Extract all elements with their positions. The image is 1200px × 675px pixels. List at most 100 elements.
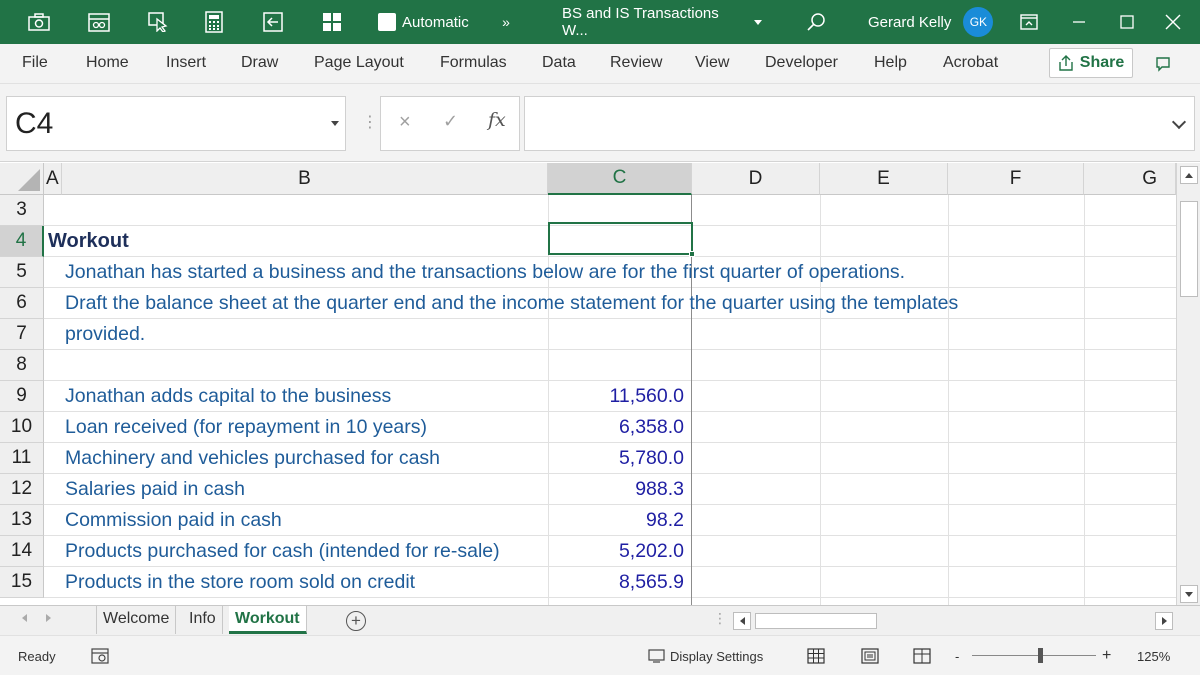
- cell-intro-line[interactable]: provided.: [65, 319, 145, 350]
- zoom-slider-thumb[interactable]: [1037, 648, 1043, 663]
- row-header-9[interactable]: 9: [0, 381, 44, 412]
- cell-transaction-label[interactable]: Commission paid in cash: [65, 505, 282, 536]
- calculator-icon[interactable]: [199, 0, 229, 44]
- fill-handle[interactable]: [689, 251, 695, 257]
- tab-draw[interactable]: Draw: [241, 44, 278, 84]
- column-header-a[interactable]: A: [44, 163, 62, 195]
- row-header-10[interactable]: 10: [0, 412, 44, 443]
- user-account[interactable]: Gerard Kelly GK: [868, 0, 998, 44]
- camera-icon[interactable]: [24, 0, 54, 44]
- close-icon[interactable]: [1160, 0, 1186, 44]
- add-sheet-button[interactable]: +: [346, 611, 366, 631]
- row-header-4[interactable]: 4: [0, 226, 44, 257]
- cell-transaction-value[interactable]: 5,780.0: [546, 443, 684, 474]
- cell-transaction-label[interactable]: Machinery and vehicles purchased for cas…: [65, 443, 440, 474]
- display-settings-button[interactable]: Display Settings: [648, 636, 763, 675]
- sheet-tab-info[interactable]: Info: [183, 606, 223, 634]
- row-header-14[interactable]: 14: [0, 536, 44, 567]
- autosave-checkbox[interactable]: [378, 13, 396, 31]
- tab-view[interactable]: View: [695, 44, 729, 84]
- sheet-tab-welcome[interactable]: Welcome: [96, 606, 177, 634]
- normal-view-icon[interactable]: [807, 636, 825, 675]
- formula-input[interactable]: [524, 96, 1195, 151]
- scroll-up-button[interactable]: [1180, 166, 1198, 184]
- zoom-level[interactable]: 125%: [1137, 636, 1170, 675]
- column-header-e[interactable]: E: [820, 163, 948, 195]
- cancel-entry-button[interactable]: ×: [399, 111, 411, 134]
- cell-transaction-label[interactable]: Salaries paid in cash: [65, 474, 245, 505]
- row-header-6[interactable]: 6: [0, 288, 44, 319]
- name-box-dropdown-icon[interactable]: [331, 121, 339, 126]
- row-header-12[interactable]: 12: [0, 474, 44, 505]
- cell-transaction-value[interactable]: 988.3: [546, 474, 684, 505]
- zoom-out-button[interactable]: -: [955, 636, 959, 675]
- more-commands-button[interactable]: »: [496, 0, 516, 44]
- cell-intro-line[interactable]: Jonathan has started a business and the …: [65, 257, 905, 288]
- scroll-left-button[interactable]: [733, 612, 751, 630]
- zoom-in-button[interactable]: +: [1102, 636, 1111, 675]
- cell-transaction-label[interactable]: Jonathan adds capital to the business: [65, 381, 391, 412]
- formula-bar-splitter[interactable]: ⋮: [362, 112, 378, 132]
- grid-icon[interactable]: [317, 0, 347, 44]
- prev-sheet-icon[interactable]: [22, 614, 27, 622]
- tab-file[interactable]: File: [22, 44, 48, 84]
- active-cell-c4[interactable]: [548, 222, 695, 257]
- column-header-c[interactable]: C: [548, 163, 692, 195]
- autosave-toggle[interactable]: Automatic: [378, 0, 478, 44]
- tab-splitter[interactable]: ⋮: [713, 610, 727, 627]
- tab-insert[interactable]: Insert: [166, 44, 206, 84]
- zoom-slider[interactable]: [972, 655, 1096, 656]
- tab-page-layout[interactable]: Page Layout: [314, 44, 404, 84]
- ribbon-display-icon[interactable]: [1016, 0, 1042, 44]
- search-icon[interactable]: [803, 0, 829, 44]
- row-header-15[interactable]: 15: [0, 567, 44, 598]
- row-header-7[interactable]: 7: [0, 319, 44, 350]
- column-header-f[interactable]: F: [948, 163, 1084, 195]
- accessibility-icon[interactable]: [91, 636, 109, 675]
- row-header-13[interactable]: 13: [0, 505, 44, 536]
- expand-formula-bar-icon[interactable]: [1171, 114, 1187, 130]
- page-break-preview-icon[interactable]: [913, 636, 931, 675]
- cell-transaction-value[interactable]: 5,202.0: [546, 536, 684, 567]
- page-layout-view-icon[interactable]: [861, 636, 879, 675]
- calendar-icon[interactable]: [84, 0, 114, 44]
- select-all-button[interactable]: [0, 163, 44, 195]
- tab-data[interactable]: Data: [542, 44, 576, 84]
- row-header-3[interactable]: 3: [0, 195, 44, 226]
- insert-function-button[interactable]: fx: [488, 109, 506, 131]
- horizontal-scrollbar-thumb[interactable]: [755, 613, 877, 629]
- cell-transaction-label[interactable]: Loan received (for repayment in 10 years…: [65, 412, 427, 443]
- comments-icon[interactable]: [1150, 52, 1176, 76]
- tab-home[interactable]: Home: [86, 44, 129, 84]
- maximize-icon[interactable]: [1114, 0, 1140, 44]
- cell-transaction-value[interactable]: 11,560.0: [546, 381, 684, 412]
- file-title[interactable]: BS and IS Transactions W...: [562, 0, 762, 44]
- tab-acrobat[interactable]: Acrobat: [943, 44, 998, 84]
- cell-transaction-value[interactable]: 98.2: [546, 505, 684, 536]
- minimize-icon[interactable]: [1066, 0, 1092, 44]
- cell-transaction-value[interactable]: 8,565.9: [546, 567, 684, 598]
- column-header-g[interactable]: G: [1084, 163, 1176, 195]
- name-box[interactable]: C4: [6, 96, 346, 151]
- column-header-d[interactable]: D: [692, 163, 820, 195]
- tab-developer[interactable]: Developer: [765, 44, 838, 84]
- tab-review[interactable]: Review: [610, 44, 662, 84]
- cell-transaction-label[interactable]: Products purchased for cash (intended fo…: [65, 536, 500, 567]
- column-header-b[interactable]: B: [62, 163, 548, 195]
- scroll-right-button[interactable]: [1155, 612, 1173, 630]
- share-button[interactable]: Share: [1049, 48, 1133, 78]
- back-icon[interactable]: [258, 0, 288, 44]
- row-header-5[interactable]: 5: [0, 257, 44, 288]
- row-header-8[interactable]: 8: [0, 350, 44, 381]
- scroll-down-button[interactable]: [1180, 585, 1198, 603]
- cell-transaction-label[interactable]: Products in the store room sold on credi…: [65, 567, 415, 598]
- row-header-11[interactable]: 11: [0, 443, 44, 474]
- tab-formulas[interactable]: Formulas: [440, 44, 507, 84]
- tab-help[interactable]: Help: [874, 44, 907, 84]
- sheet-tab-workout[interactable]: Workout: [229, 606, 307, 634]
- pointer-icon[interactable]: [144, 0, 174, 44]
- enter-entry-button[interactable]: ✓: [443, 111, 458, 132]
- cell-intro-line[interactable]: Draft the balance sheet at the quarter e…: [65, 288, 958, 319]
- cell-title[interactable]: Workout: [48, 226, 129, 257]
- scrollbar-thumb[interactable]: [1180, 201, 1198, 297]
